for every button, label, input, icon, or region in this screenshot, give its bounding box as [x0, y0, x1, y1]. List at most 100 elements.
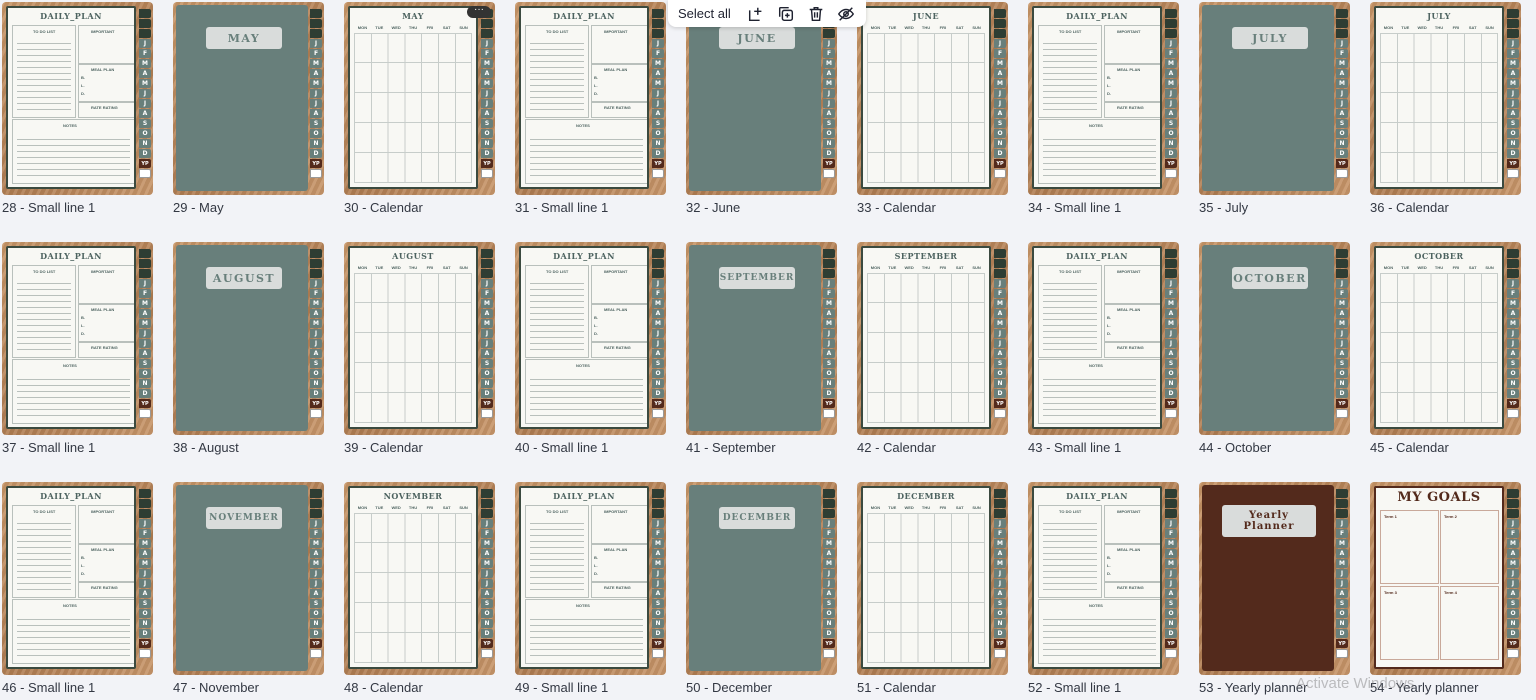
page-thumbnail[interactable]: NOVEMBER J F M A M J J A S O N D YP	[173, 482, 324, 675]
cover-page: JULY	[1202, 5, 1334, 191]
duplicate-icon[interactable]	[775, 3, 797, 25]
page-caption[interactable]: 52 - Small line 1	[1028, 680, 1121, 695]
page-caption[interactable]: 29 - May	[173, 200, 224, 215]
rate-label: RATE RATING	[604, 585, 631, 590]
page-thumbnail[interactable]: DECEMBER J F M A M J J A S O N D YP	[686, 482, 837, 675]
page-caption[interactable]: 51 - Calendar	[857, 680, 936, 695]
rate-box: RATE RATING	[78, 342, 134, 358]
page-thumbnail[interactable]: DAILY_PLAN TO DO LIST IMPORTANT MEAL PLAN B.…	[2, 2, 153, 195]
page-thumbnail[interactable]: DAILY_PLAN TO DO LIST IMPORTANT MEAL PLAN B.…	[1028, 2, 1179, 195]
month-tab: F	[139, 289, 151, 298]
page-thumbnail[interactable]: DAILY_PLAN TO DO LIST IMPORTANT MEAL PLAN B.…	[1028, 482, 1179, 675]
month-tab	[652, 269, 664, 278]
page-thumbnail[interactable]: SEPTEMBER MON TUE WED THU FRI SAT SUN J F M A M J J A S O…	[857, 242, 1008, 435]
month-tab: N	[994, 619, 1006, 628]
page-thumbnail[interactable]: JULY MON TUE WED THU FRI SAT SUN J F M A M J J A S O N D YP	[1370, 2, 1521, 195]
page-caption[interactable]: 53 - Yearly planner	[1199, 680, 1307, 695]
page-thumbnail[interactable]: AUGUST MON TUE WED THU FRI SAT SUN J F M A M J J A S O N D Y…	[344, 242, 495, 435]
rate-label: RATE RATING	[1117, 345, 1144, 350]
add-page-icon[interactable]	[745, 3, 767, 25]
page-caption[interactable]: 34 - Small line 1	[1028, 200, 1121, 215]
page-caption[interactable]: 28 - Small line 1	[2, 200, 95, 215]
page-caption[interactable]: 40 - Small line 1	[515, 440, 608, 455]
calendar-month-title: NOVEMBER	[383, 491, 443, 501]
page-thumbnail[interactable]: JUNE J F M A M J J A S O N D YP	[686, 2, 837, 195]
page-caption[interactable]: 35 - July	[1199, 200, 1248, 215]
page-thumbnail[interactable]: DECEMBER MON TUE WED THU FRI SAT SUN J F M A M J J A S O N…	[857, 482, 1008, 675]
todo-label: TO DO LIST	[546, 269, 569, 274]
page-thumbnail[interactable]: DAILY_PLAN TO DO LIST IMPORTANT MEAL PLAN B.…	[515, 242, 666, 435]
month-tab: J	[823, 279, 835, 288]
page-caption[interactable]: 48 - Calendar	[344, 680, 423, 695]
month-tab	[310, 649, 322, 658]
page-caption[interactable]: 54 - Yearly planner	[1370, 680, 1478, 695]
month-tab: A	[823, 349, 835, 358]
select-all-button[interactable]: Select all	[678, 6, 731, 21]
page-caption[interactable]: 39 - Calendar	[344, 440, 423, 455]
page-thumbnail[interactable]: JUNE MON TUE WED THU FRI SAT SUN J F M A M J J A S O N D YP	[857, 2, 1008, 195]
page-thumbnail[interactable]: DAILY_PLAN TO DO LIST IMPORTANT MEAL PLAN B.…	[1028, 242, 1179, 435]
month-tab-strip: J F M A M J J A S O N D YP	[823, 489, 835, 671]
page-caption[interactable]: 31 - Small line 1	[515, 200, 608, 215]
page-thumbnail[interactable]: DAILY_PLAN TO DO LIST IMPORTANT MEAL PLAN B.…	[2, 482, 153, 675]
hide-icon[interactable]	[835, 3, 857, 25]
calendar-grid	[867, 273, 985, 423]
page-caption[interactable]: 47 - November	[173, 680, 259, 695]
page-caption[interactable]: 45 - Calendar	[1370, 440, 1449, 455]
page-thumbnail[interactable]: DAILY_PLAN TO DO LIST IMPORTANT MEAL PLAN B.…	[2, 242, 153, 435]
page-caption[interactable]: 41 - September	[686, 440, 776, 455]
meal-box: MEAL PLAN B. L. D.	[1104, 304, 1160, 342]
page-caption[interactable]: 36 - Calendar	[1370, 200, 1449, 215]
month-tab: A	[1336, 109, 1348, 118]
month-tab: YP	[1507, 159, 1519, 168]
month-tab: M	[1336, 559, 1348, 568]
page-thumbnail[interactable]: MY GOALS Term 1 Term 2 Term 3 Term 4JFMAMJJA…	[1370, 482, 1521, 675]
month-tab: S	[139, 599, 151, 608]
month-tab: A	[1165, 549, 1177, 558]
trash-icon[interactable]	[805, 3, 827, 25]
page-thumbnail[interactable]: OCTOBER J F M A M J J A S O N D YP	[1199, 242, 1350, 435]
page-caption[interactable]: 46 - Small line 1	[2, 680, 95, 695]
goals-title: MY GOALS	[1397, 490, 1481, 505]
month-tab: YP	[1507, 639, 1519, 648]
goal-term-label: Term 4	[1444, 590, 1457, 595]
page-caption[interactable]: 33 - Calendar	[857, 200, 936, 215]
weekday-label: MON	[357, 265, 368, 270]
page-caption[interactable]: 32 - June	[686, 200, 740, 215]
page-thumbnail[interactable]: Yearly Planner J F M A M J J A S O N D YP	[1199, 482, 1350, 675]
page-caption[interactable]: 42 - Calendar	[857, 440, 936, 455]
page-thumbnail[interactable]: MAY MON TUE WED THU FRI SAT SUN J F M A M J J A S O N D YP	[344, 2, 495, 195]
month-tab: O	[823, 609, 835, 618]
weekday-label: WED	[391, 265, 401, 270]
month-tab: N	[823, 379, 835, 388]
month-tab	[310, 259, 322, 268]
month-tab: M	[481, 79, 493, 88]
page-caption[interactable]: 49 - Small line 1	[515, 680, 608, 695]
notes-box: NOTES	[525, 119, 647, 184]
month-tab: F	[1165, 529, 1177, 538]
page-thumbnail[interactable]: NOVEMBER MON TUE WED THU FRI SAT SUN J F M A M J J A S O N…	[344, 482, 495, 675]
weekday-label: FRI	[939, 505, 947, 510]
meal-item: L.	[594, 323, 598, 328]
page-caption[interactable]: 37 - Small line 1	[2, 440, 95, 455]
month-tab: F	[652, 529, 664, 538]
month-tab-strip: J F M A M J J A S O N D YP	[310, 249, 322, 431]
month-tab: S	[1336, 359, 1348, 368]
page-thumbnail[interactable]: JULY J F M A M J J A S O N D YP	[1199, 2, 1350, 195]
page-thumbnail[interactable]: MAY J F M A M J J A S O N D YP	[173, 2, 324, 195]
page-caption[interactable]: 50 - December	[686, 680, 772, 695]
page-caption[interactable]: 43 - Small line 1	[1028, 440, 1121, 455]
page-thumbnail[interactable]: DAILY_PLAN TO DO LIST IMPORTANT MEAL PLAN B.…	[515, 482, 666, 675]
page-caption[interactable]: 30 - Calendar	[344, 200, 423, 215]
month-tab: S	[139, 359, 151, 368]
page-thumbnail[interactable]: DAILY_PLAN TO DO LIST IMPORTANT MEAL PLAN B.…	[515, 2, 666, 195]
page-thumbnail[interactable]: SEPTEMBER J F M A M J J A S O N D YP	[686, 242, 837, 435]
page-thumbnail[interactable]: AUGUST J F M A M J J A S O N D YP	[173, 242, 324, 435]
calendar-month-title: AUGUST	[392, 251, 434, 261]
page-caption[interactable]: 38 - August	[173, 440, 239, 455]
page-thumbnail[interactable]: OCTOBER MON TUE WED THU FRI SAT SUN J F M A M J J A S O N D…	[1370, 242, 1521, 435]
month-tab	[652, 499, 664, 508]
page-caption[interactable]: 44 - October	[1199, 440, 1271, 455]
page-more-options-button[interactable]: ···	[467, 5, 491, 18]
month-tab: J	[652, 89, 664, 98]
